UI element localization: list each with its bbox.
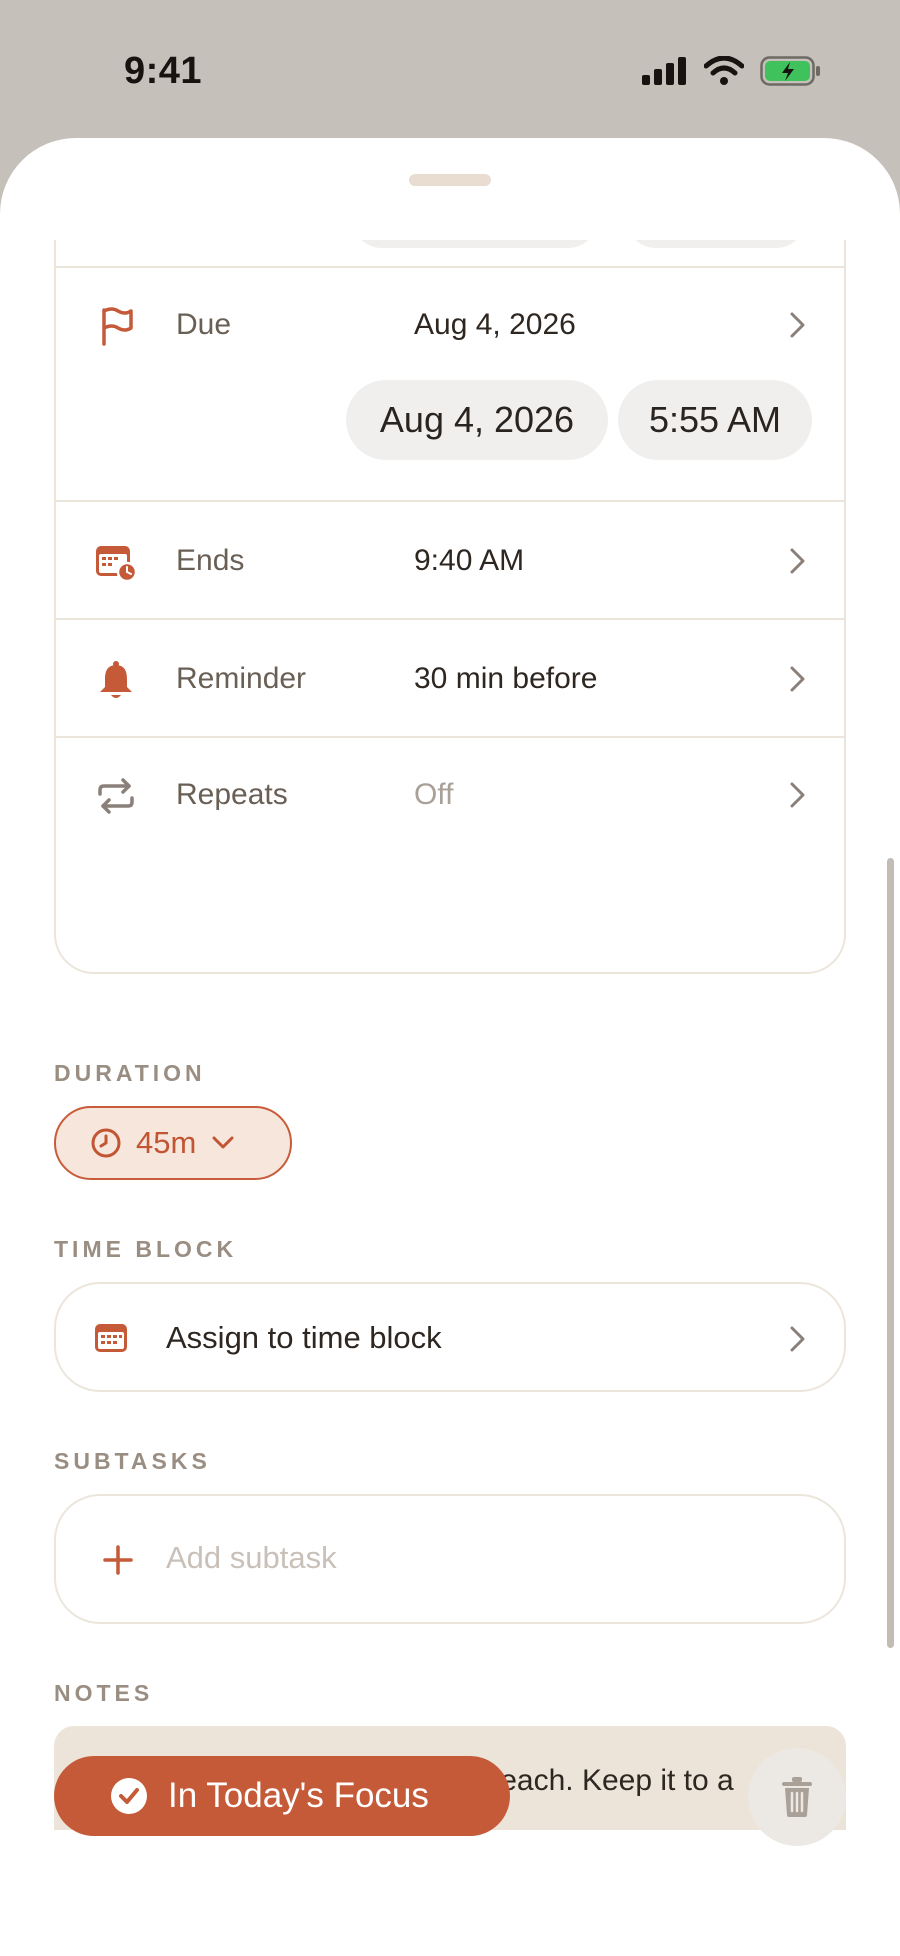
status-bar: 9:41 — [0, 0, 900, 140]
trash-icon — [782, 1777, 812, 1817]
duration-chip[interactable]: 45m — [54, 1106, 292, 1180]
duration-section-label: DURATION — [54, 1060, 206, 1086]
chevron-down-icon — [212, 1136, 234, 1149]
status-icons — [642, 56, 822, 86]
reminder-value: 30 min before — [414, 662, 598, 695]
ends-value: 9:40 AM — [414, 544, 525, 577]
chevron-right-icon — [790, 548, 805, 574]
add-subtask-field[interactable]: Add subtask — [54, 1494, 846, 1624]
scroll-content[interactable]: Due Aug 4, 2026 Aug 4, 2026 5:55 AM Ends… — [0, 240, 900, 1830]
todays-focus-button[interactable]: In Today's Focus — [54, 1756, 510, 1836]
due-value: Aug 4, 2026 — [414, 308, 576, 341]
calendar-clock-icon — [94, 540, 138, 584]
chevron-right-icon — [790, 666, 805, 692]
subtasks-section-label: SUBTASKS — [54, 1448, 211, 1474]
task-detail-sheet: Due Aug 4, 2026 Aug 4, 2026 5:55 AM Ends… — [0, 138, 900, 1956]
schedule-card: Due Aug 4, 2026 Aug 4, 2026 5:55 AM Ends… — [54, 240, 846, 974]
ghost-pill-time — [626, 240, 806, 248]
repeat-icon — [94, 774, 138, 818]
calendar-icon — [95, 1324, 127, 1352]
bell-icon — [94, 658, 138, 702]
battery-charging-icon — [760, 56, 820, 86]
wifi-icon — [704, 56, 744, 85]
repeats-row[interactable]: Repeats Off — [56, 736, 844, 850]
add-subtask-placeholder: Add subtask — [166, 1540, 337, 1575]
ends-label: Ends — [176, 544, 245, 577]
ghost-pill-date — [352, 240, 598, 248]
cellular-signal-icon — [642, 57, 686, 85]
repeats-value: Off — [414, 778, 454, 811]
duration-value: 45m — [136, 1125, 197, 1160]
status-time: 9:41 — [124, 50, 203, 92]
time-block-section-label: TIME BLOCK — [54, 1236, 238, 1262]
due-label: Due — [176, 308, 232, 341]
flag-icon — [94, 304, 138, 348]
checkmark-circle-icon — [111, 1778, 147, 1814]
due-row[interactable]: Due Aug 4, 2026 Aug 4, 2026 5:55 AM — [56, 266, 844, 500]
sheet-grabber[interactable] — [409, 174, 491, 186]
assign-time-block-button[interactable]: Assign to time block — [54, 1282, 846, 1392]
repeats-label: Repeats — [176, 778, 288, 811]
chevron-right-icon — [790, 782, 805, 808]
clock-icon — [91, 1128, 121, 1158]
ends-row[interactable]: Ends 9:40 AM — [56, 500, 844, 618]
notes-section-label: NOTES — [54, 1680, 154, 1706]
plus-icon — [103, 1545, 133, 1575]
scrollbar[interactable] — [887, 858, 894, 1648]
delete-button[interactable] — [748, 1748, 846, 1846]
reminder-label: Reminder — [176, 662, 307, 695]
todays-focus-label: In Today's Focus — [168, 1776, 429, 1815]
chevron-right-icon — [790, 1326, 805, 1352]
reminder-row[interactable]: Reminder 30 min before — [56, 618, 844, 736]
due-date-picker[interactable]: Aug 4, 2026 — [346, 380, 608, 460]
due-time-picker[interactable]: 5:55 AM — [618, 380, 812, 460]
chevron-right-icon — [790, 312, 805, 338]
assign-time-block-label: Assign to time block — [166, 1320, 442, 1355]
